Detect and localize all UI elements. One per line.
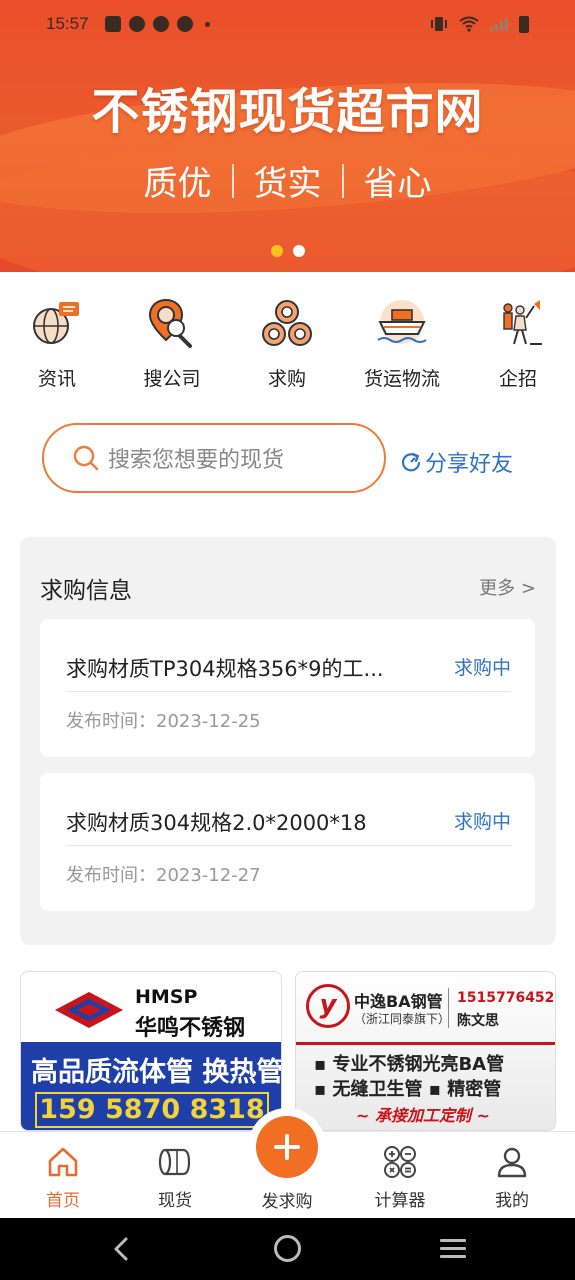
recent-apps-icon[interactable] xyxy=(440,1239,466,1259)
tab-label: 现货 xyxy=(158,1191,192,1211)
ad-header: HMSP 华鸣不锈钢 xyxy=(21,972,281,1042)
plus-icon xyxy=(274,1134,300,1160)
notification-icon xyxy=(152,16,169,32)
ad-banner-zhongyi[interactable]: y 中逸BA钢管 （浙江同泰旗下） 15157764528 陈文思 ▪ 专业不锈… xyxy=(295,971,556,1131)
wifi-icon xyxy=(459,16,479,32)
category-label: 企招 xyxy=(498,368,537,390)
recruit-icon xyxy=(503,300,542,345)
ad-brand-cn: 华鸣不锈钢 xyxy=(135,1016,246,1041)
request-date: 发布时间：2023-12-25 xyxy=(66,711,261,732)
ad-slogan: 高品质流体管 换热管 xyxy=(31,1057,282,1088)
post-request-button[interactable] xyxy=(256,1116,318,1178)
tab-home[interactable]: 首页 xyxy=(13,1144,113,1211)
ad-feature: ~ 承接加工定制 ~ xyxy=(356,1106,490,1125)
request-card[interactable]: 求购材质TP304规格356*9的工... 求购中 发布时间：2023-12-2… xyxy=(40,619,535,757)
cargo-ship-icon xyxy=(377,300,427,344)
category-logistics[interactable]: 货运物流 xyxy=(352,296,452,391)
request-date: 发布时间：2023-12-27 xyxy=(66,865,261,886)
status-bar: 15:57 xyxy=(0,0,575,48)
user-icon xyxy=(497,1147,527,1178)
share-button[interactable]: 分享好友 xyxy=(400,446,513,478)
pipe-bundle-icon xyxy=(262,300,312,346)
category-label: 求购 xyxy=(267,368,306,390)
tab-label: 我的 xyxy=(495,1191,529,1211)
ad-banner-hmsp[interactable]: HMSP 华鸣不锈钢 高品质流体管 换热管 159 5870 8318 xyxy=(20,971,282,1131)
category-recruit[interactable]: 企招 xyxy=(468,296,568,391)
share-label: 分享好友 xyxy=(425,452,514,477)
more-notifications-icon xyxy=(204,21,210,27)
zhongyi-logo-icon: y xyxy=(306,984,350,1028)
tab-calculator[interactable]: 计算器 xyxy=(350,1144,450,1211)
news-globe-icon xyxy=(33,302,79,344)
tagline: 省心 xyxy=(363,164,432,204)
request-card[interactable]: 求购材质304规格2.0*2000*18 求购中 发布时间：2023-12-27 xyxy=(40,773,535,911)
ad-company-sub: （浙江同泰旗下） xyxy=(354,1012,451,1026)
request-title: 求购材质TP304规格356*9的工... xyxy=(66,657,384,681)
banner-carousel[interactable]: 15:57 不锈钢现货超市网 质优 货实 省心 xyxy=(0,0,575,272)
banner-title: 不锈钢现货超市网 xyxy=(91,84,484,140)
search-icon xyxy=(73,445,99,471)
category-grid: 资讯 搜公司 求购 货运物流 企招 xyxy=(0,296,575,396)
category-label: 搜公司 xyxy=(143,368,201,390)
ad-company-name: 中逸BA钢管 xyxy=(354,992,443,1011)
share-icon xyxy=(401,452,421,472)
calculator-icon xyxy=(384,1146,416,1178)
company-search-icon xyxy=(148,298,192,348)
signal-icon xyxy=(490,18,508,31)
ad-contact: 陈文思 xyxy=(457,1013,499,1029)
tagline-divider xyxy=(231,163,234,198)
carousel-dot[interactable] xyxy=(292,245,305,257)
hmsp-logo-icon xyxy=(55,992,123,1028)
category-company-search[interactable]: 搜公司 xyxy=(122,296,222,391)
steel-roll-icon xyxy=(158,1148,191,1176)
notification-icon xyxy=(176,16,193,32)
request-status: 求购中 xyxy=(453,657,511,679)
status-indicators xyxy=(429,15,529,33)
banner-taglines: 质优 货实 省心 xyxy=(0,156,575,205)
notification-icon xyxy=(128,16,145,32)
category-label: 货运物流 xyxy=(363,368,440,390)
home-icon xyxy=(48,1147,78,1177)
tagline-divider xyxy=(341,163,344,198)
tagline: 货实 xyxy=(253,164,322,204)
divider xyxy=(66,845,511,846)
back-icon[interactable] xyxy=(112,1236,130,1262)
more-link[interactable]: 更多 > xyxy=(479,574,536,600)
status-time: 15:57 xyxy=(46,14,89,33)
tab-stock[interactable]: 现货 xyxy=(125,1144,225,1211)
request-title: 求购材质304规格2.0*2000*18 xyxy=(66,811,367,835)
divider xyxy=(448,988,449,1028)
category-purchase[interactable]: 求购 xyxy=(237,296,337,391)
purchase-requests-panel: 求购信息 更多 > 求购材质TP304规格356*9的工... 求购中 发布时间… xyxy=(20,537,556,945)
ad-brand: HMSP xyxy=(135,986,198,1008)
vibrate-icon xyxy=(431,17,447,31)
carousel-dot-active[interactable] xyxy=(270,245,283,257)
search-input[interactable]: 搜索您想要的现货 xyxy=(42,423,386,493)
tagline: 质优 xyxy=(143,164,212,204)
tab-label[interactable]: 发求购 xyxy=(237,1187,337,1212)
carousel-indicator xyxy=(0,245,575,257)
search-placeholder: 搜索您想要的现货 xyxy=(108,448,285,473)
notification-icon xyxy=(104,16,121,32)
system-nav-bar xyxy=(0,1218,575,1280)
section-title: 求购信息 xyxy=(40,578,132,604)
tab-label: 计算器 xyxy=(374,1191,426,1211)
request-status: 求购中 xyxy=(453,811,511,833)
ad-phone: 159 5870 8318 xyxy=(35,1092,269,1128)
ad-feature: ▪ 专业不锈钢光亮BA管 xyxy=(314,1054,505,1075)
divider xyxy=(296,1042,555,1045)
divider xyxy=(66,691,511,692)
ad-body: 高品质流体管 换热管 159 5870 8318 xyxy=(21,1042,282,1130)
battery-icon xyxy=(519,15,529,33)
ad-phone: 15157764528 xyxy=(457,990,556,1006)
ad-feature: ▪ 无缝卫生管 ▪ 精密管 xyxy=(314,1079,502,1100)
category-news[interactable]: 资讯 xyxy=(7,296,107,391)
category-label: 资讯 xyxy=(37,368,76,390)
tab-mine[interactable]: 我的 xyxy=(462,1144,562,1211)
tab-label: 首页 xyxy=(46,1191,80,1211)
home-button-icon[interactable] xyxy=(274,1235,301,1262)
